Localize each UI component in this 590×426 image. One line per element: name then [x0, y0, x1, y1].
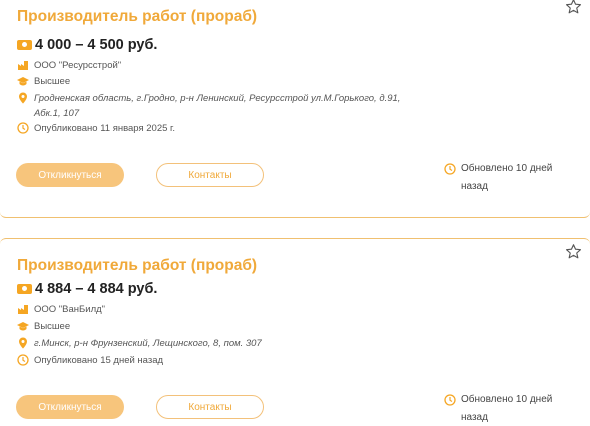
- clock-icon: [444, 163, 456, 175]
- address-row: г.Минск, р-н Фрунзенский, Лещинского, 8,…: [17, 336, 429, 351]
- education-icon: [17, 77, 29, 86]
- contacts-button[interactable]: Контакты: [156, 163, 264, 187]
- vacancy-card[interactable]: Производитель работ (прораб) 4 884 – 4 8…: [0, 238, 590, 426]
- clock-icon: [17, 354, 29, 366]
- company-icon: [18, 305, 28, 314]
- address: г.Минск, р-н Фрунзенский, Лещинского, 8,…: [34, 338, 262, 349]
- salary: 4 884 – 4 884 руб.: [17, 281, 157, 297]
- salary-value: 4 884 – 4 884 руб.: [35, 281, 158, 297]
- vacancy-title[interactable]: Производитель работ (прораб): [17, 8, 257, 26]
- company-name: ООО "Ресурсстрой": [34, 60, 122, 71]
- updated-text: Обновлено 10 дней назад: [461, 163, 553, 192]
- updated-info: Обновлено 10 дней назад: [444, 160, 576, 196]
- contacts-button[interactable]: Контакты: [156, 395, 264, 419]
- company-icon: [18, 61, 28, 70]
- company-row: ООО "Ресурсстрой": [17, 58, 429, 73]
- education-row: Высшее: [17, 74, 429, 89]
- published-row: Опубликовано 11 января 2025 г.: [17, 121, 429, 136]
- address-row: Гродненская область, г.Гродно, р-н Ленин…: [17, 91, 429, 121]
- clock-icon: [444, 394, 456, 406]
- location-icon: [19, 92, 27, 104]
- money-icon: [17, 40, 32, 50]
- education-icon: [17, 322, 29, 331]
- vacancy-title[interactable]: Производитель работ (прораб): [17, 257, 257, 275]
- published-date: Опубликовано 11 января 2025 г.: [34, 123, 175, 134]
- company-name: ООО "ВанБилд": [34, 304, 106, 315]
- education-row: Высшее: [17, 319, 429, 334]
- updated-info: Обновлено 10 дней назад: [444, 391, 576, 426]
- salary-value: 4 000 – 4 500 руб.: [35, 37, 158, 53]
- apply-button[interactable]: Откликнуться: [16, 395, 124, 419]
- updated-text: Обновлено 10 дней назад: [461, 394, 553, 423]
- education-value: Высшее: [34, 76, 71, 87]
- money-icon: [17, 284, 32, 294]
- star-icon[interactable]: [565, 243, 582, 260]
- vacancy-card[interactable]: Производитель работ (прораб) 4 000 – 4 5…: [0, 0, 590, 218]
- company-row: ООО "ВанБилд": [17, 302, 429, 317]
- apply-button[interactable]: Откликнуться: [16, 163, 124, 187]
- published-date: Опубликовано 15 дней назад: [34, 355, 164, 366]
- education-value: Высшее: [34, 321, 71, 332]
- clock-icon: [17, 122, 29, 134]
- location-icon: [19, 337, 27, 349]
- star-icon[interactable]: [565, 0, 582, 15]
- address: Гродненская область, г.Гродно, р-н Ленин…: [34, 93, 401, 119]
- published-row: Опубликовано 15 дней назад: [17, 353, 429, 368]
- salary: 4 000 – 4 500 руб.: [17, 37, 157, 53]
